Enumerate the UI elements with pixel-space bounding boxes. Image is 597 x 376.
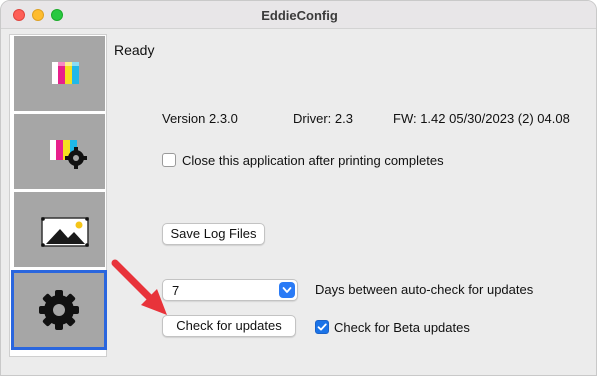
image-icon: [41, 217, 89, 247]
status-text: Ready: [114, 42, 155, 58]
ink-settings-icon: [50, 140, 87, 169]
annotation-arrow-icon: [111, 259, 167, 315]
window-title: EddieConfig: [261, 8, 338, 23]
ink-cartridges-icon: [52, 62, 79, 84]
auto-check-days-select[interactable]: 7: [162, 279, 298, 301]
beta-updates-label[interactable]: Check for Beta updates: [334, 320, 470, 335]
title-bar: EddieConfig: [1, 1, 596, 29]
close-after-printing-checkbox[interactable]: [162, 153, 176, 167]
gear-icon: [39, 290, 79, 330]
beta-updates-checkbox[interactable]: [315, 320, 329, 334]
version-text: Version 2.3.0: [162, 111, 238, 126]
check-for-updates-button[interactable]: Check for updates: [162, 315, 296, 337]
sidebar-item-image[interactable]: [14, 192, 105, 268]
chevron-down-icon: [279, 282, 295, 298]
sidebar: [9, 34, 107, 357]
checkmark-icon: [317, 323, 327, 331]
sidebar-item-settings[interactable]: [11, 270, 107, 350]
app-window: EddieConfig Ready Version 2.3.0 Driver: …: [0, 0, 597, 376]
close-after-printing-label[interactable]: Close this application after printing co…: [182, 153, 444, 168]
auto-check-days-label: Days between auto-check for updates: [315, 282, 534, 297]
firmware-text: FW: 1.42 05/30/2023 (2) 04.08: [393, 111, 570, 126]
driver-text: Driver: 2.3: [293, 111, 353, 126]
sidebar-item-ink[interactable]: [14, 36, 105, 112]
save-log-files-button[interactable]: Save Log Files: [162, 223, 265, 245]
sidebar-item-ink-settings[interactable]: [14, 114, 105, 190]
